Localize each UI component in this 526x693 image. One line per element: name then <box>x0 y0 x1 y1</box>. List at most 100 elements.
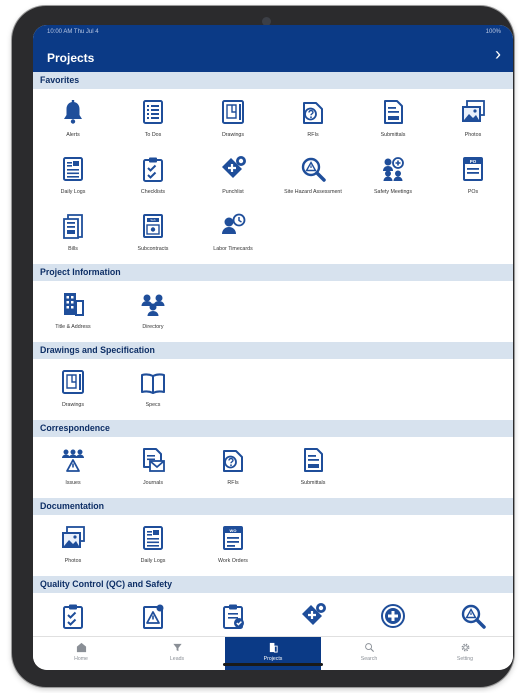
tile-label: Daily Logs <box>140 558 166 564</box>
drawing-icon <box>62 370 84 394</box>
tile-label: RFIs <box>227 480 239 486</box>
tile-label: To Dos <box>144 132 162 138</box>
app-screen: 10:00 AM Thu Jul 4 100% Projects › Favor… <box>33 25 513 670</box>
submittal-icon <box>304 448 323 472</box>
tile-title-address[interactable]: Title & Address <box>33 284 113 341</box>
tile-safety-meetings[interactable]: Safety Meetings <box>353 149 433 206</box>
tile-label: Drawings <box>61 402 85 408</box>
punchlist-icon <box>222 156 246 178</box>
section-grid: Alerts To Dos Drawings RFIs Submittals Photos… <box>33 89 513 264</box>
tab-setting[interactable]: Setting <box>417 637 513 670</box>
tile-permits[interactable]: Permits <box>193 596 273 636</box>
tile-label: Directory <box>142 324 164 330</box>
tile-label: Subcontracts <box>137 246 169 252</box>
list-icon <box>143 100 163 124</box>
permit-icon <box>223 604 244 629</box>
tile-label: Punchlist <box>222 189 244 195</box>
tile-to-dos[interactable]: To Dos <box>113 92 193 149</box>
punchlist-icon <box>302 603 326 625</box>
tile-drawings[interactable]: Drawings <box>193 92 273 149</box>
tile-safety-incidents[interactable]: Safety Incidents <box>353 596 433 636</box>
tab-label: Leads <box>169 656 185 662</box>
tile-label: Journals <box>142 480 164 486</box>
section-header-correspondence: Correspondence <box>33 420 513 437</box>
tile-submittals[interactable]: Submittals <box>353 92 433 149</box>
tile-submittals[interactable]: Submittals <box>273 440 353 497</box>
tile-checklists[interactable]: Checklists <box>113 149 193 206</box>
svg-text:WO: WO <box>230 528 237 533</box>
tile-label: Submittals <box>380 132 406 138</box>
chevron-right-icon[interactable]: › <box>495 44 501 65</box>
tile-checklists[interactable]: Checklists <box>33 596 113 636</box>
tile-site-hazard-assessment[interactable]: Site Hazard Assessment <box>273 149 353 206</box>
tile-site-hazard-assessment[interactable]: Site Hazard Assessment <box>433 596 513 636</box>
tile-label: POs <box>467 189 479 195</box>
tab-home[interactable]: Home <box>33 637 129 670</box>
tile-label: Alerts <box>66 132 80 138</box>
bell-icon <box>64 100 82 124</box>
home-indicator <box>223 663 323 666</box>
tile-bills[interactable]: Bills <box>33 206 113 263</box>
tile-label: Checklists <box>140 189 166 195</box>
rfi-icon <box>303 102 323 124</box>
work-order-icon: WO <box>223 526 243 550</box>
tile-label: Bills <box>68 246 78 252</box>
search-icon <box>364 643 374 653</box>
tab-leads[interactable]: Leads <box>129 637 225 670</box>
tile-directory[interactable]: Directory <box>113 284 193 341</box>
photos-icon <box>62 526 85 548</box>
section-grid: Issues Journals RFIs Submittals <box>33 437 513 498</box>
home-icon <box>76 642 86 653</box>
timecard-icon <box>222 213 246 234</box>
tile-issues[interactable]: Issues <box>33 440 113 497</box>
tile-daily-logs[interactable]: Daily Logs <box>33 149 113 206</box>
projects-icon <box>269 642 278 653</box>
tile-label: Specs <box>145 402 161 408</box>
tile-rfis[interactable]: RFIs <box>273 92 353 149</box>
safety-meeting-icon <box>383 157 404 181</box>
tile-labor-timecards[interactable]: Labor Timecards <box>193 206 273 263</box>
tile-label: Photos <box>64 558 82 564</box>
drawing-icon <box>222 100 244 124</box>
section-grid: ChecklistsComply NoticesPermitsPunchlist… <box>33 593 513 636</box>
tile-drawings[interactable]: Drawings <box>33 362 113 419</box>
tile-rfis[interactable]: RFIs <box>193 440 273 497</box>
tile-punchlist[interactable]: Punchlist <box>273 596 353 636</box>
nav-bar: 10:00 AM Thu Jul 4 100% Projects › <box>33 25 513 72</box>
book-icon <box>141 373 165 394</box>
section-grid: Drawings Specs <box>33 359 513 420</box>
incident-icon <box>381 604 405 628</box>
checklist-icon <box>143 157 163 182</box>
tile-journals[interactable]: Journals <box>113 440 193 497</box>
tab-label: Setting <box>456 656 474 662</box>
tile-label: Work Orders <box>218 558 248 564</box>
tablet-frame: 10:00 AM Thu Jul 4 100% Projects › Favor… <box>12 6 514 687</box>
section-header-quality-control-qc-and-safety: Quality Control (QC) and Safety <box>33 576 513 593</box>
tab-label: Home <box>74 656 88 662</box>
tile-punchlist[interactable]: Punchlist <box>193 149 273 206</box>
tile-comply-notices[interactable]: Comply Notices <box>113 596 193 636</box>
page-title: Projects <box>47 51 95 65</box>
status-time: 10:00 AM Thu Jul 4 <box>47 29 99 35</box>
status-battery: 100% <box>485 29 501 35</box>
section-header-drawings-and-specification: Drawings and Specification <box>33 342 513 359</box>
tile-photos[interactable]: Photos <box>33 518 113 575</box>
building-icon <box>64 293 84 316</box>
tile-label: Drawings <box>221 132 245 138</box>
po-icon: PO <box>463 157 483 181</box>
tab-search[interactable]: Search <box>321 637 417 670</box>
tile-daily-logs[interactable]: Daily Logs <box>113 518 193 575</box>
tile-work-orders[interactable]: WO Work Orders <box>193 518 273 575</box>
section-header-project-information: Project Information <box>33 264 513 281</box>
tile-subcontracts[interactable]: Sub Subcontracts <box>113 206 193 263</box>
tile-photos[interactable]: Photos <box>433 92 513 149</box>
tile-label: Site Hazard Assessment <box>284 189 342 195</box>
tile-specs[interactable]: Specs <box>113 362 193 419</box>
rfi-icon <box>223 450 243 472</box>
project-menu: Favorites Alerts To Dos Drawings RFIs Submitt… <box>33 72 513 636</box>
tab-label: Projects <box>263 656 283 662</box>
tab-label: Search <box>360 656 378 662</box>
tile-alerts[interactable]: Alerts <box>33 92 113 149</box>
tile-pos[interactable]: PO POs <box>433 149 513 206</box>
photos-icon <box>462 100 485 122</box>
